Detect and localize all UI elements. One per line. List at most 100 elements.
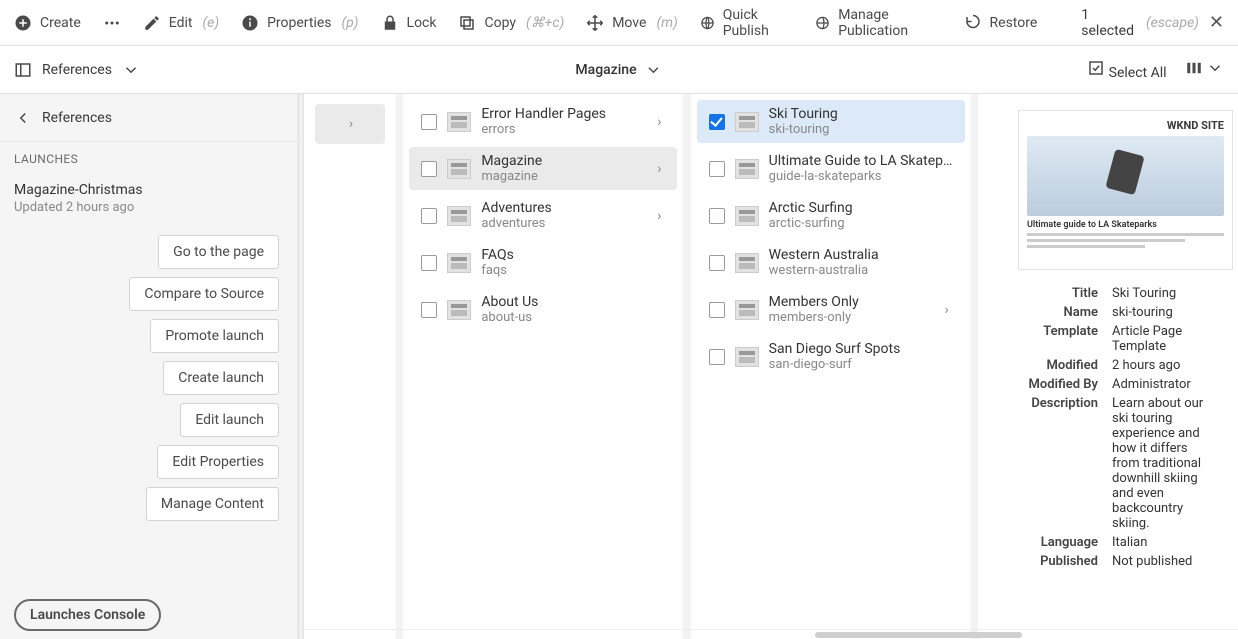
column-view-icon — [1185, 59, 1203, 77]
checkbox[interactable] — [709, 208, 725, 224]
properties-button[interactable]: Properties (p) — [241, 14, 358, 32]
checkbox[interactable] — [709, 255, 725, 271]
launch-updated: Updated 2 hours ago — [0, 200, 297, 225]
list-item-name: magazine — [481, 169, 641, 184]
edit-button[interactable]: Edit (e) — [143, 14, 219, 32]
checkbox[interactable] — [709, 302, 725, 318]
list-item-text: Error Handler Pageserrors — [481, 106, 641, 137]
checkbox[interactable] — [421, 161, 437, 177]
checkbox[interactable] — [421, 255, 437, 271]
list-item[interactable]: Magazinemagazine› — [409, 147, 677, 190]
label-modified: Modified — [1018, 358, 1098, 373]
checkbox[interactable] — [421, 302, 437, 318]
references-header[interactable]: References — [0, 94, 297, 142]
value-published: Not published — [1112, 554, 1218, 569]
list-item[interactable]: Ski Touringski-touring — [697, 100, 965, 143]
select-all-icon — [1087, 59, 1105, 77]
list-item-name: western-australia — [769, 263, 955, 278]
lock-button[interactable]: Lock — [381, 14, 437, 32]
goto-page-button[interactable]: Go to the page — [158, 235, 279, 269]
page-thumbnail-icon — [447, 159, 471, 179]
create-launch-button[interactable]: Create launch — [163, 361, 279, 395]
rail-bar: References Magazine Select All — [0, 46, 1238, 94]
list-item[interactable]: Arctic Surfingarctic-surfing — [697, 194, 965, 237]
breadcrumb-label: Magazine — [575, 62, 636, 78]
move-hint: (m) — [656, 15, 677, 31]
list-item[interactable]: About Usabout-us — [409, 288, 677, 331]
checkbox[interactable] — [421, 114, 437, 130]
list-item[interactable]: Error Handler Pageserrors › — [409, 100, 677, 143]
page-thumbnail-icon — [735, 159, 759, 179]
list-item[interactable]: Western Australiawestern-australia — [697, 241, 965, 284]
detail-panel: WKND SITE Ultimate guide to LA Skatepark… — [978, 94, 1238, 639]
manage-publication-button[interactable]: Manage Publication — [815, 7, 941, 39]
create-button[interactable]: Create — [14, 14, 81, 32]
edit-hint: (e) — [203, 15, 220, 31]
checkbox[interactable] — [709, 114, 725, 130]
rail-left-icon — [14, 61, 32, 79]
value-template: Article Page Template — [1112, 324, 1218, 354]
list-item-text: Ski Touringski-touring — [769, 106, 955, 137]
page-thumbnail-icon — [735, 112, 759, 132]
quick-publish-button[interactable]: Quick Publish — [700, 7, 793, 39]
close-selection-button[interactable]: ✕ — [1209, 12, 1224, 33]
edit-launch-button[interactable]: Edit launch — [180, 403, 279, 437]
chevron-right-icon: › — [651, 114, 667, 130]
list-item-text: Arctic Surfingarctic-surfing — [769, 200, 955, 231]
page-thumbnail-icon — [447, 253, 471, 273]
label-template: Template — [1018, 324, 1098, 354]
launches-console-button[interactable]: Launches Console — [14, 599, 161, 631]
checkbox[interactable] — [709, 161, 725, 177]
launches-section-label: LAUNCHES — [0, 142, 297, 176]
list-item[interactable]: Ultimate Guide to LA Skateparksguide-la-… — [697, 147, 965, 190]
parent-column-item[interactable]: › — [315, 104, 385, 144]
horizontal-scrollbar[interactable] — [298, 629, 1238, 639]
move-icon — [586, 14, 604, 32]
checkbox[interactable] — [421, 208, 437, 224]
view-switcher[interactable] — [1185, 59, 1224, 81]
list-item-name: members-only — [769, 310, 929, 325]
properties-hint: (p) — [342, 15, 359, 31]
chevron-down-icon — [645, 61, 663, 79]
copy-button[interactable]: Copy (⌘+c) — [458, 14, 564, 32]
copy-hint: (⌘+c) — [526, 15, 564, 31]
launch-actions: Go to the page Compare to Source Promote… — [0, 225, 297, 531]
page-thumbnail-icon — [735, 253, 759, 273]
list-item-name: ski-touring — [769, 122, 955, 137]
page-thumbnail-icon — [447, 300, 471, 320]
escape-hint: (escape) — [1146, 15, 1199, 31]
compare-source-button[interactable]: Compare to Source — [129, 277, 279, 311]
value-name: ski-touring — [1112, 305, 1218, 320]
properties-label: Properties — [267, 15, 331, 31]
list-item[interactable]: FAQsfaqs — [409, 241, 677, 284]
edit-properties-button[interactable]: Edit Properties — [157, 445, 279, 479]
list-item-name: faqs — [481, 263, 667, 278]
page-thumbnail-icon — [447, 206, 471, 226]
rail-label: References — [42, 62, 112, 78]
manage-publication-label: Manage Publication — [838, 7, 941, 39]
more-button[interactable] — [103, 14, 121, 32]
chevron-right-icon: › — [939, 302, 955, 318]
list-item[interactable]: Members Onlymembers-only › — [697, 288, 965, 331]
breadcrumb[interactable]: Magazine — [575, 61, 662, 79]
list-item[interactable]: San Diego Surf Spotssan-diego-surf — [697, 335, 965, 378]
list-item-name: adventures — [481, 216, 641, 231]
move-button[interactable]: Move (m) — [586, 14, 678, 32]
select-all-button[interactable]: Select All — [1087, 59, 1166, 81]
manage-content-button[interactable]: Manage Content — [146, 487, 279, 521]
selection-count: 1 selected — [1081, 7, 1134, 39]
list-item-text: Members Onlymembers-only — [769, 294, 929, 325]
list-item[interactable]: Adventuresadventures› — [409, 194, 677, 237]
copy-icon — [458, 14, 476, 32]
promote-launch-button[interactable]: Promote launch — [150, 319, 279, 353]
list-item-title: Adventures — [481, 200, 641, 216]
restore-button[interactable]: Restore — [964, 14, 1038, 32]
edit-label: Edit — [169, 15, 193, 31]
checkbox[interactable] — [709, 349, 725, 365]
rail-selector[interactable]: References — [14, 61, 140, 79]
launch-item[interactable]: Magazine-Christmas — [0, 176, 297, 200]
list-item-title: FAQs — [481, 247, 667, 263]
select-all-label: Select All — [1109, 65, 1167, 81]
page-preview: WKND SITE Ultimate guide to LA Skatepark… — [1018, 110, 1233, 270]
info-icon — [241, 14, 259, 32]
